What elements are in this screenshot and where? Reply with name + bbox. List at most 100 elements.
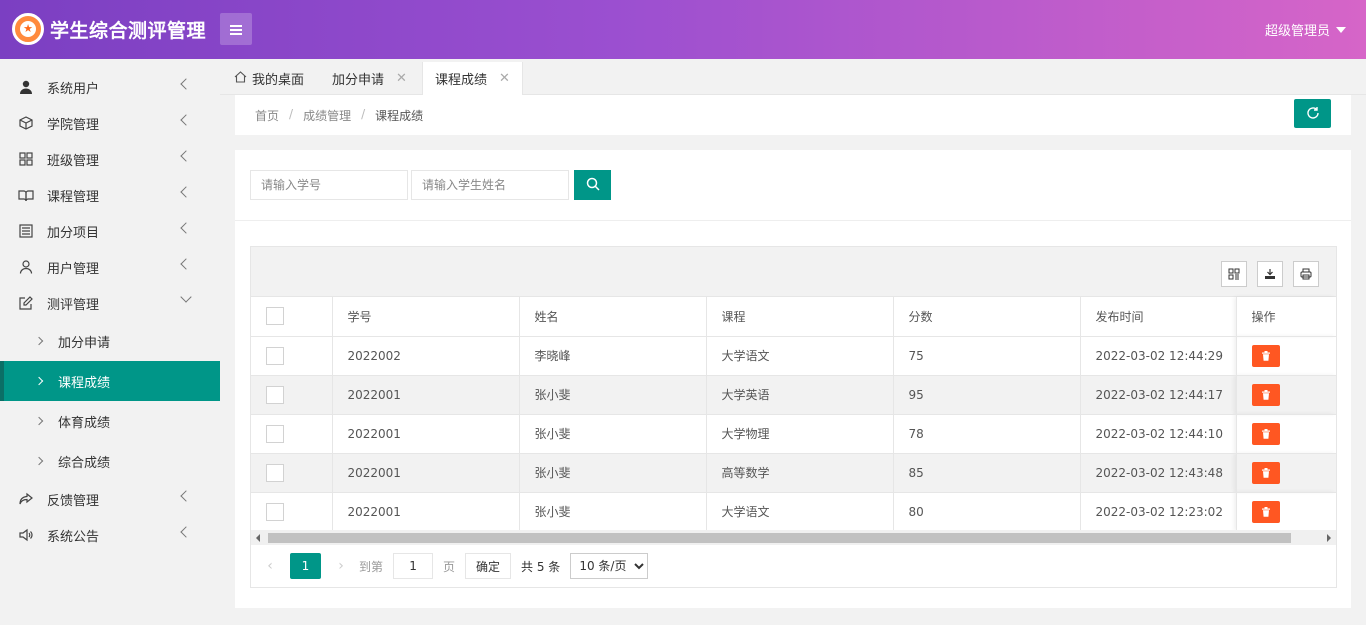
select-all-checkbox[interactable]: [266, 307, 284, 326]
scroll-left-icon[interactable]: [256, 534, 260, 542]
chevron-left-icon: [180, 114, 192, 126]
prev-page-icon[interactable]: ‹: [256, 558, 284, 574]
column-header-name[interactable]: 姓名: [519, 297, 707, 337]
row-checkbox[interactable]: [266, 463, 284, 482]
chevron-left-icon: [180, 186, 192, 198]
search-button[interactable]: [574, 170, 611, 200]
delete-button[interactable]: [1251, 461, 1280, 484]
sidebar-subitem-pe-grades[interactable]: 体育成绩: [0, 401, 220, 441]
sidebar-item-label: 反馈管理: [47, 493, 100, 509]
cell-time: 2022-03-02 12:23:02: [1080, 492, 1237, 532]
column-header-id[interactable]: 学号: [332, 297, 520, 337]
goto-confirm-button[interactable]: 确定: [465, 553, 512, 579]
sidebar-item-label: 系统公告: [47, 529, 100, 545]
breadcrumb-panel: 首页 / 成绩管理 / 课程成绩: [235, 95, 1351, 135]
row-checkbox[interactable]: [266, 385, 284, 404]
goto-page-input[interactable]: [393, 553, 434, 579]
cell-course: 大学语文: [706, 336, 894, 376]
sidebar-item-system-users[interactable]: 系统用户: [0, 69, 220, 105]
table-row: 2022001 张小斐 大学物理 78 2022-03-02 12:44:10: [251, 414, 1337, 454]
breadcrumb-separator: /: [361, 107, 366, 121]
horizontal-scrollbar[interactable]: [251, 530, 1336, 545]
scrollbar-thumb[interactable]: [268, 533, 1291, 543]
delete-button[interactable]: [1251, 344, 1280, 367]
student-id-input[interactable]: [250, 170, 408, 200]
breadcrumb: 首页 / 成绩管理 / 课程成绩: [255, 107, 423, 124]
cell-id: 2022001: [332, 375, 520, 415]
tab-label: 课程成绩: [435, 73, 488, 88]
export-button[interactable]: [1257, 261, 1283, 287]
delete-button[interactable]: [1251, 500, 1280, 523]
share-icon: [18, 491, 34, 507]
export-icon: [1265, 269, 1275, 279]
breadcrumb-separator: /: [289, 107, 294, 121]
sidebar: 系统用户 学院管理 班级管理 课程管理 加分项目 用户管理 测评管理 加分申请 …: [0, 59, 220, 625]
user-menu[interactable]: 超级管理员: [1265, 20, 1346, 39]
sidebar-item-label: 加分项目: [47, 225, 100, 241]
list-icon: [18, 223, 34, 239]
data-table: 学号 姓名 课程 分数 发布时间 操作 2022002 李晓峰 大学语文 75 …: [250, 246, 1337, 588]
column-header-score[interactable]: 分数: [893, 297, 1081, 337]
search-bar: [250, 170, 611, 200]
sidebar-item-bonus-items[interactable]: 加分项目: [0, 213, 220, 249]
delete-button[interactable]: [1251, 422, 1280, 445]
app-title: 学生综合测评管理: [50, 20, 207, 42]
tab-my-desktop[interactable]: 我的桌面: [222, 62, 316, 95]
trash-icon: [1261, 350, 1270, 361]
person-icon: [18, 259, 34, 275]
next-page-icon[interactable]: ›: [327, 558, 355, 574]
sidebar-item-label: 用户管理: [47, 261, 100, 277]
cell-course: 大学语文: [706, 492, 894, 532]
print-button[interactable]: [1293, 261, 1319, 287]
column-filter-button[interactable]: [1221, 261, 1247, 287]
refresh-button[interactable]: [1294, 99, 1331, 128]
sidebar-item-announcements[interactable]: 系统公告: [0, 517, 220, 553]
scroll-right-icon[interactable]: [1327, 534, 1331, 542]
page-number-current[interactable]: 1: [290, 553, 321, 579]
sidebar-item-feedback[interactable]: 反馈管理: [0, 481, 220, 517]
print-icon: [1300, 268, 1312, 280]
row-checkbox[interactable]: [266, 424, 284, 443]
sidebar-subitem-course-grades[interactable]: 课程成绩: [0, 361, 220, 401]
sidebar-item-colleges[interactable]: 学院管理: [0, 105, 220, 141]
menu-toggle-button[interactable]: [220, 13, 252, 45]
delete-button[interactable]: [1251, 383, 1280, 406]
sidebar-subitem-overall-grades[interactable]: 综合成绩: [0, 441, 220, 481]
trash-icon: [1261, 506, 1270, 517]
sidebar-item-courses[interactable]: 课程管理: [0, 177, 220, 213]
tab-bar: 我的桌面 加分申请 ✕ 课程成绩 ✕: [220, 59, 1366, 95]
sidebar-subitem-label: 综合成绩: [58, 455, 111, 471]
student-name-input[interactable]: [411, 170, 569, 200]
row-checkbox[interactable]: [266, 346, 284, 365]
column-header-time[interactable]: 发布时间: [1080, 297, 1237, 337]
refresh-icon: [1306, 107, 1319, 119]
page-size-select[interactable]: 10 条/页: [570, 553, 649, 579]
close-icon[interactable]: ✕: [499, 71, 510, 86]
sidebar-subitem-bonus-apply[interactable]: 加分申请: [0, 321, 220, 361]
sidebar-item-user-management[interactable]: 用户管理: [0, 249, 220, 285]
tab-bonus-apply[interactable]: 加分申请 ✕: [320, 62, 419, 95]
header-checkbox-cell: [251, 297, 333, 337]
tab-course-grades[interactable]: 课程成绩 ✕: [422, 62, 523, 95]
cell-time: 2022-03-02 12:44:29: [1080, 336, 1237, 376]
column-header-course[interactable]: 课程: [706, 297, 894, 337]
table-header-row: 学号 姓名 课程 分数 发布时间 操作: [251, 297, 1337, 337]
cell-id: 2022001: [332, 492, 520, 532]
cell-time: 2022-03-02 12:44:10: [1080, 414, 1237, 454]
cell-time: 2022-03-02 12:44:17: [1080, 375, 1237, 415]
row-checkbox[interactable]: [266, 502, 284, 521]
breadcrumb-section[interactable]: 成绩管理: [303, 107, 351, 124]
chevron-left-icon: [180, 222, 192, 234]
chevron-right-icon: [34, 336, 44, 346]
edit-icon: [18, 295, 34, 311]
trash-icon: [1261, 428, 1270, 439]
breadcrumb-current: 课程成绩: [375, 109, 424, 123]
cell-score: 75: [893, 336, 1081, 376]
breadcrumb-home[interactable]: 首页: [255, 107, 279, 124]
close-icon[interactable]: ✕: [396, 71, 407, 86]
sidebar-item-evaluation[interactable]: 测评管理: [0, 285, 220, 321]
search-icon: [586, 177, 600, 191]
sidebar-item-classes[interactable]: 班级管理: [0, 141, 220, 177]
chevron-left-icon: [180, 526, 192, 538]
cell-name: 张小斐: [519, 492, 707, 532]
